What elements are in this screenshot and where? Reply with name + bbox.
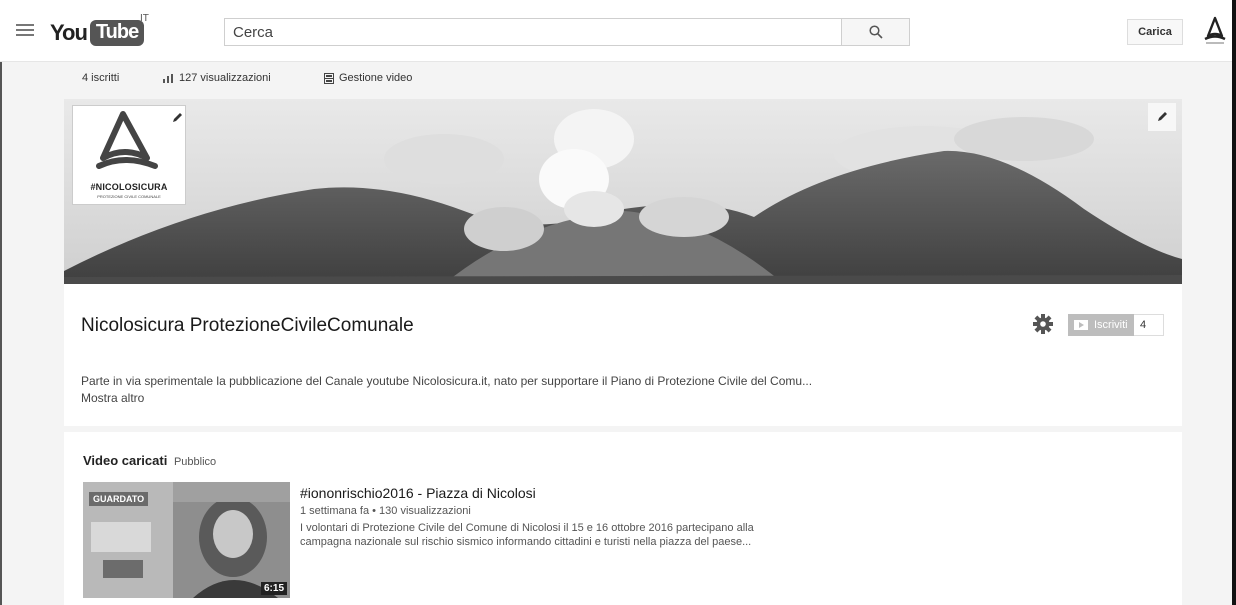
video-manager-link[interactable]: Gestione video: [324, 72, 412, 84]
uploaded-videos-section: Video caricati Pubblico GUARDATO 6:15 #i…: [64, 432, 1182, 605]
video-thumbnail[interactable]: GUARDATO 6:15: [83, 482, 290, 598]
bar-chart-icon: [163, 73, 173, 83]
watched-badge: GUARDATO: [89, 492, 149, 506]
channel-icon: #NICOLOSICURA PROTEZIONE CIVILE COMUNALE: [72, 105, 186, 205]
masthead: You Tube IT Carica: [0, 0, 1236, 62]
logo-tube-text: Tube: [89, 20, 145, 46]
views-count-text: 127 visualizzazioni: [179, 72, 271, 84]
search-box: [224, 18, 842, 46]
search-button[interactable]: [842, 18, 910, 46]
channel-description: Parte in via sperimentale la pubblicazio…: [81, 374, 813, 388]
logo-you-text: You: [50, 20, 88, 45]
channel-info-card: Nicolosicura ProtezioneCivileComunale Is…: [64, 284, 1182, 426]
subscriber-count-text: 4 iscritti: [82, 72, 120, 84]
account-avatar[interactable]: [1200, 14, 1230, 48]
hamburger-menu-icon[interactable]: [16, 24, 34, 38]
pencil-icon: [173, 113, 182, 122]
video-description-line: campagna nazionale sul rischio sismico i…: [300, 536, 752, 548]
edit-channel-icon-button[interactable]: [171, 111, 187, 127]
channel-title: Nicolosicura ProtezioneCivileComunale: [81, 315, 414, 336]
subscribe-label: Iscriviti: [1094, 319, 1128, 331]
views-stat: 127 visualizzazioni: [163, 72, 271, 84]
play-icon: [1074, 320, 1088, 330]
subscriber-stat: 4 iscritti: [82, 72, 119, 84]
video-duration: 6:15: [260, 582, 287, 595]
subscribe-button[interactable]: Iscriviti: [1068, 314, 1134, 336]
logo-country-code: IT: [140, 13, 149, 24]
channel-stats-bar: 4 iscritti 127 visualizzazioni Gestione …: [0, 62, 1236, 98]
section-title-text: Video caricati: [83, 453, 168, 468]
subscriber-count-badge: 4: [1134, 314, 1164, 336]
video-description: I volontari di Protezione Civile del Com…: [300, 521, 860, 549]
channel-logo-subtag: PROTEZIONE CIVILE COMUNALE: [97, 194, 161, 199]
volcano-banner-art: [64, 99, 1182, 284]
search-icon: [868, 25, 883, 39]
section-title: Video caricati Pubblico: [83, 453, 216, 468]
edit-banner-button[interactable]: [1148, 103, 1176, 131]
channel-logo-tag: #NICOLOSICURA: [90, 182, 168, 192]
search-input[interactable]: [225, 19, 841, 45]
video-manager-label: Gestione video: [339, 72, 413, 84]
video-manager-icon: [324, 72, 334, 84]
video-description-line: I volontari di Protezione Civile del Com…: [300, 522, 754, 534]
protezione-civile-logo-icon: [96, 111, 158, 169]
show-more-link[interactable]: Mostra altro: [81, 391, 144, 405]
gear-icon: [1033, 314, 1053, 334]
channel-banner: #NICOLOSICURA PROTEZIONE CIVILE COMUNALE: [64, 99, 1182, 284]
pencil-icon: [1158, 112, 1167, 121]
upload-button[interactable]: Carica: [1127, 19, 1183, 45]
channel-settings-button[interactable]: [1032, 313, 1054, 335]
video-title-link[interactable]: #iononrischio2016 - Piazza di Nicolosi: [300, 485, 536, 501]
video-meta: 1 settimana fa • 130 visualizzazioni: [300, 505, 471, 517]
frame-right-edge: [1232, 0, 1236, 605]
privacy-label: Pubblico: [173, 456, 217, 468]
channel-logo-icon: [1204, 16, 1226, 44]
youtube-logo[interactable]: You Tube IT: [50, 13, 149, 50]
